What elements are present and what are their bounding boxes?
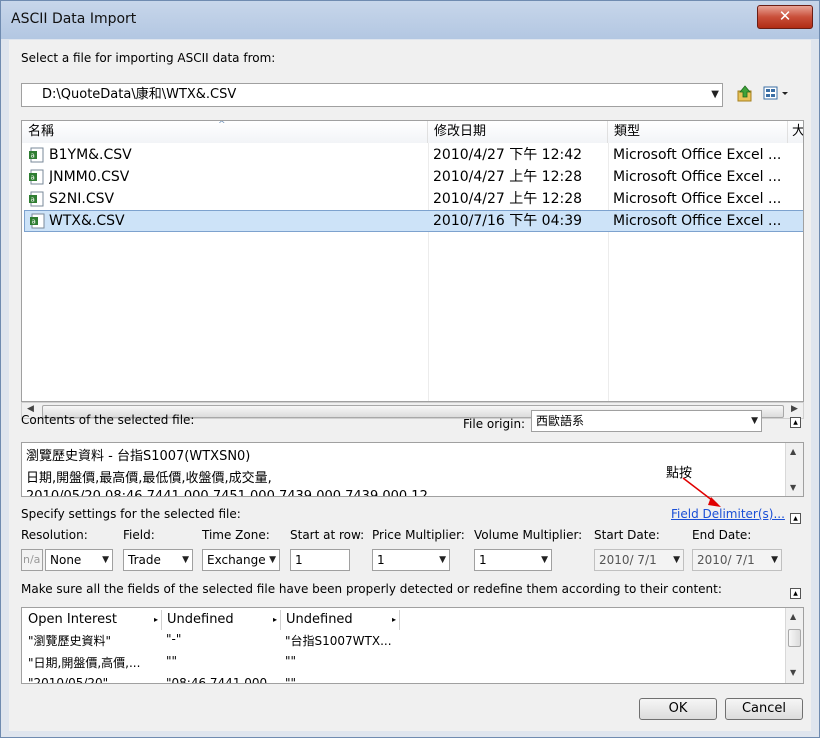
contents-vertical-scrollbar[interactable]: ▲ ▼	[785, 443, 803, 496]
scroll-down-icon[interactable]: ▼	[790, 668, 796, 677]
resolution-number-field[interactable]: n/a	[21, 549, 43, 571]
excel-csv-file-icon: a	[30, 213, 45, 229]
price-multiplier-label: Price Multiplier:	[372, 528, 465, 542]
file-origin-combo[interactable]: 西歐語系 ▼	[531, 410, 762, 432]
field-label: Field:	[123, 528, 155, 542]
resolution-combo[interactable]: None ▼	[45, 549, 113, 571]
svg-text:a: a	[32, 218, 36, 226]
scroll-up-icon[interactable]: ▲	[790, 447, 796, 456]
svg-text:a: a	[31, 152, 35, 160]
chevron-down-icon[interactable]: ▼	[439, 550, 446, 570]
file-row-s2ni[interactable]: a S2NI.CSV 2010/4/27 上午 12:28 Microsoft …	[24, 188, 803, 210]
view-menu-icon[interactable]	[763, 86, 791, 102]
cancel-button[interactable]: Cancel	[725, 698, 803, 720]
chevron-down-icon[interactable]: ▼	[751, 411, 758, 431]
chevron-down-icon[interactable]: ▼	[673, 550, 680, 570]
file-row-wtx-selected[interactable]: a WTX&.CSV 2010/7/16 下午 04:39 Microsoft …	[24, 210, 803, 232]
dialog-body: Select a file for importing ASCII data f…	[9, 40, 811, 731]
chevron-down-icon[interactable]: ▼	[771, 550, 778, 570]
grid-cell: ""	[166, 654, 178, 668]
grid-cell: "台指S1007WTX...	[285, 634, 392, 648]
chevron-right-icon[interactable]: ▸	[273, 610, 277, 630]
sort-ascending-icon: ^	[218, 120, 226, 130]
field-header-undefined-2[interactable]: Undefined ▸	[282, 610, 400, 630]
column-header-name[interactable]: 名稱 ^	[22, 121, 428, 143]
price-multiplier-combo[interactable]: 1 ▼	[372, 549, 450, 571]
chevron-down-icon[interactable]: ▼	[269, 550, 276, 570]
settings-label: Specify settings for the selected file:	[21, 507, 241, 521]
chevron-down-icon[interactable]: ▼	[711, 84, 719, 106]
grid-cell: ""	[285, 676, 297, 684]
ok-button[interactable]: OK	[639, 698, 717, 720]
scroll-up-icon[interactable]: ▲	[790, 612, 796, 621]
chevron-down-icon[interactable]: ▼	[102, 550, 109, 570]
volume-multiplier-combo[interactable]: 1 ▼	[474, 549, 552, 571]
field-delimiter-link[interactable]: Field Delimiter(s)...	[671, 507, 785, 521]
close-button[interactable]: ✕	[757, 5, 813, 29]
svg-text:a: a	[31, 174, 35, 182]
ascii-import-dialog: ASCII Data Import ✕ Select a file for im…	[0, 0, 820, 738]
collapse-fields-icon[interactable]: ▲	[790, 588, 801, 599]
collapse-contents-icon[interactable]: ▲	[790, 417, 801, 428]
fields-check-label: Make sure all the fields of the selected…	[21, 582, 722, 596]
up-folder-icon[interactable]	[737, 85, 753, 103]
resolution-label: Resolution:	[21, 528, 88, 542]
column-header-size[interactable]: 大	[788, 121, 803, 143]
scrollbar-thumb[interactable]	[788, 629, 801, 647]
grid-cell: "瀏覽歷史資料"	[28, 634, 112, 648]
chevron-down-icon[interactable]: ▼	[182, 550, 189, 570]
select-file-label: Select a file for importing ASCII data f…	[21, 51, 276, 65]
end-date-picker[interactable]: 2010/ 7/1 ▼	[692, 549, 782, 571]
end-date-label: End Date:	[692, 528, 752, 542]
column-header-type[interactable]: 類型	[608, 121, 788, 143]
field-header-open-interest[interactable]: Open Interest ▸	[24, 610, 162, 630]
start-date-picker[interactable]: 2010/ 7/1 ▼	[594, 549, 684, 571]
field-header-undefined-1[interactable]: Undefined ▸	[163, 610, 281, 630]
grid-cell: "-"	[166, 632, 182, 646]
excel-csv-file-icon: a	[29, 169, 44, 185]
file-origin-label: File origin:	[463, 417, 526, 431]
contents-label: Contents of the selected file:	[21, 413, 195, 427]
chevron-right-icon[interactable]: ▸	[154, 610, 158, 630]
chevron-down-icon[interactable]: ▼	[541, 550, 548, 570]
start-row-field[interactable]: 1	[290, 549, 350, 571]
title-bar[interactable]: ASCII Data Import ✕	[1, 1, 819, 39]
field-combo[interactable]: Trade ▼	[123, 549, 193, 571]
chevron-right-icon[interactable]: ▸	[392, 610, 396, 630]
file-path-combo[interactable]: D:\QuoteData\康和\WTX&.CSV ▼	[21, 83, 723, 107]
scroll-right-icon[interactable]: ▶	[791, 404, 798, 414]
timezone-label: Time Zone:	[202, 528, 270, 542]
file-path-value: D:\QuoteData\康和\WTX&.CSV	[42, 87, 237, 102]
svg-text:a: a	[31, 196, 35, 204]
file-row-b1ym[interactable]: a B1YM&.CSV 2010/4/27 下午 12:42 Microsoft…	[24, 144, 803, 166]
grid-cell: "08:46 7441.000...	[166, 676, 279, 684]
excel-csv-file-icon: a	[29, 147, 44, 163]
file-list[interactable]: 名稱 ^ 修改日期 類型 大 a B1YM&.CSV 2010/4/27 下午 …	[21, 120, 804, 402]
grid-cell: ""	[285, 654, 297, 668]
scroll-down-icon[interactable]: ▼	[790, 483, 796, 492]
column-header-date[interactable]: 修改日期	[428, 121, 608, 143]
excel-csv-file-icon: a	[29, 191, 44, 207]
volume-multiplier-label: Volume Multiplier:	[474, 528, 583, 542]
window-title: ASCII Data Import	[11, 11, 137, 27]
start-row-label: Start at row:	[290, 528, 365, 542]
fields-vertical-scrollbar[interactable]: ▲ ▼	[785, 608, 803, 683]
file-row-jnmm0[interactable]: a JNMM0.CSV 2010/4/27 上午 12:28 Microsoft…	[24, 166, 803, 188]
grid-cell: "日期,開盤價,高價,...	[28, 656, 141, 670]
start-date-label: Start Date:	[594, 528, 660, 542]
timezone-combo[interactable]: Exchange ▼	[202, 549, 280, 571]
fields-preview-grid[interactable]: Open Interest ▸ Undefined ▸ Undefined ▸ …	[21, 607, 804, 684]
collapse-settings-icon[interactable]: ▲	[790, 513, 801, 524]
grid-cell: "2010/05/20"	[28, 676, 109, 684]
